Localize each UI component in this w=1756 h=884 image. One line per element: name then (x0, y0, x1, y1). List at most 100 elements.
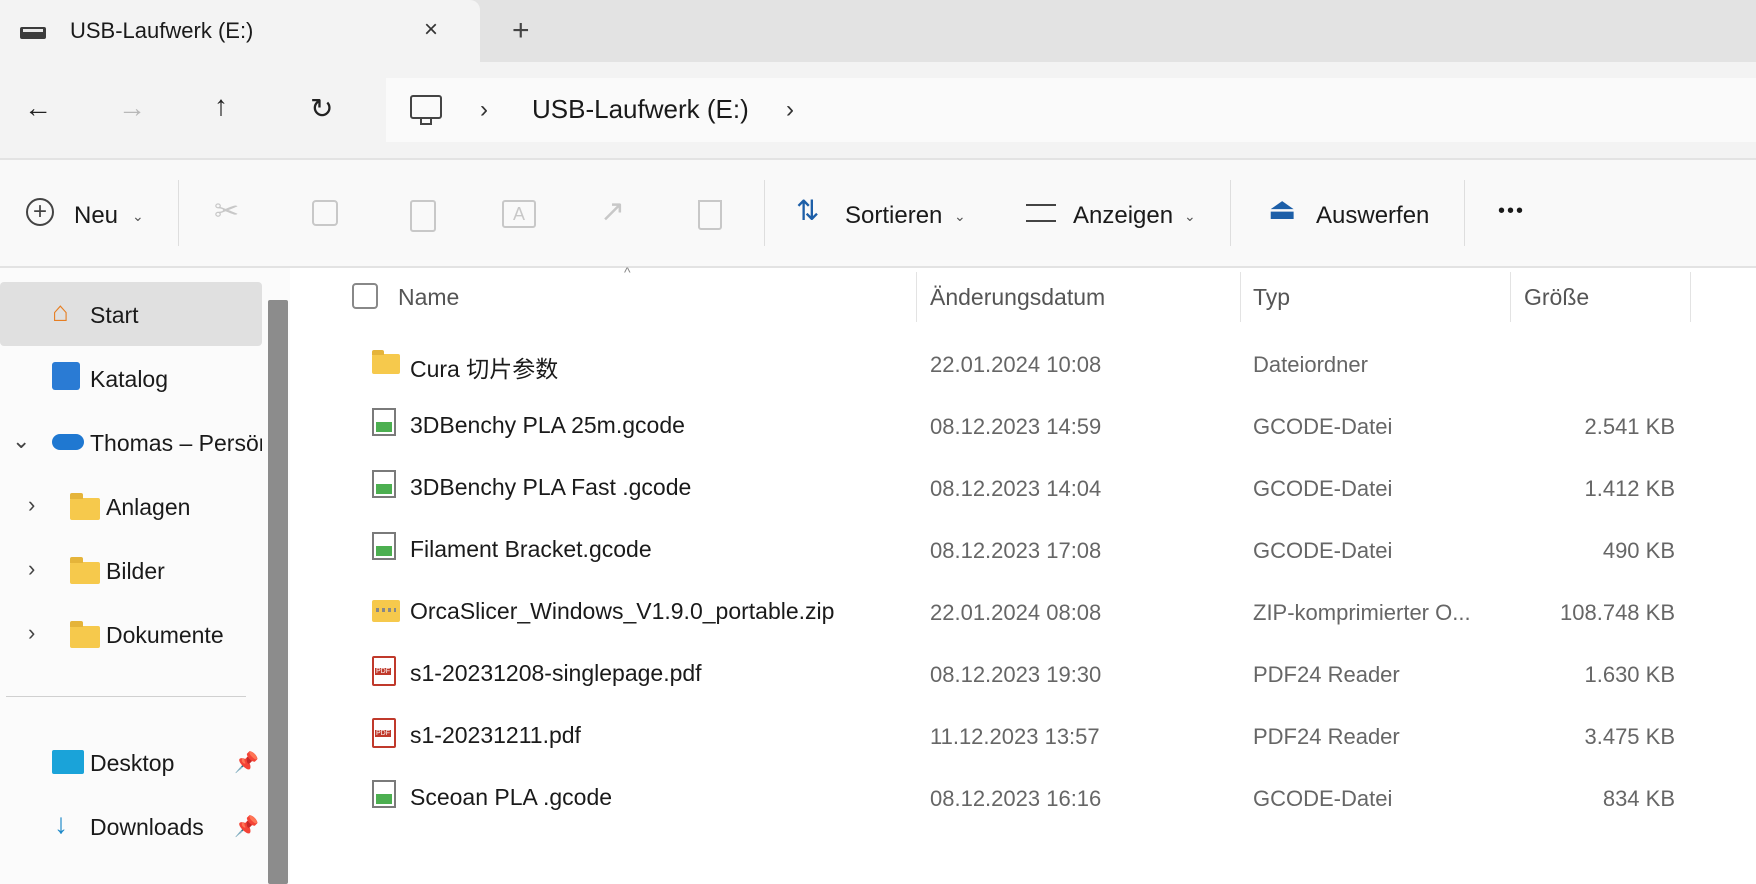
gcode-file-icon (372, 532, 396, 560)
close-tab-icon[interactable]: × (424, 16, 438, 44)
sidebar-item-anlagen[interactable]: Anlagen (106, 494, 190, 521)
sidebar-scrollbar[interactable] (268, 300, 288, 884)
this-pc-icon[interactable] (410, 95, 442, 125)
file-name: Filament Bracket.gcode (410, 536, 652, 562)
desktop-icon (52, 750, 84, 774)
column-header-name[interactable]: Name (398, 284, 459, 311)
file-row[interactable]: Filament Bracket.gcode 08.12.2023 17:08 … (300, 522, 1756, 578)
file-type: PDF24 Reader (1253, 724, 1400, 749)
sidebar-item-katalog[interactable]: Katalog (90, 366, 168, 393)
file-row[interactable]: s1-20231208-singlepage.pdf 08.12.2023 19… (300, 646, 1756, 702)
onedrive-icon (52, 434, 84, 450)
select-all-checkbox[interactable] (352, 283, 378, 309)
up-button[interactable]: ↑ (214, 90, 228, 122)
file-size: 108.748 KB (1560, 600, 1675, 625)
file-size: 3.475 KB (1584, 724, 1675, 749)
more-options-button[interactable]: ••• (1498, 200, 1525, 223)
sidebar-item-bilder[interactable]: Bilder (106, 558, 165, 585)
cut-icon[interactable]: ✂ (214, 194, 239, 229)
sidebar-item-onedrive[interactable]: Thomas – Persön (90, 430, 262, 457)
refresh-button[interactable]: ↻ (310, 92, 333, 125)
breadcrumb-chevron-icon[interactable]: › (786, 96, 794, 124)
file-row[interactable]: s1-20231211.pdf 11.12.2023 13:57 PDF24 R… (300, 708, 1756, 764)
file-date: 08.12.2023 14:04 (930, 476, 1102, 501)
tab-title: USB-Laufwerk (E:) (70, 18, 254, 43)
view-button[interactable]: Anzeigen (1073, 202, 1173, 230)
column-header-date[interactable]: Änderungsdatum (930, 284, 1105, 311)
share-icon[interactable]: ↗ (600, 194, 625, 229)
file-size: 490 KB (1602, 538, 1675, 563)
file-row[interactable]: OrcaSlicer_Windows_V1.9.0_portable.zip 2… (300, 584, 1756, 640)
paste-icon[interactable] (410, 200, 436, 232)
file-size: 2.541 KB (1584, 414, 1675, 439)
file-type: GCODE-Datei (1253, 476, 1393, 501)
drive-icon (20, 27, 46, 39)
expand-chevron-icon[interactable]: › (28, 492, 35, 518)
file-type: GCODE-Datei (1253, 538, 1393, 563)
file-name: 3DBenchy PLA Fast .gcode (410, 474, 692, 500)
file-date: 08.12.2023 14:59 (930, 414, 1102, 439)
expand-chevron-icon[interactable]: › (28, 556, 35, 582)
column-divider[interactable] (1240, 272, 1241, 322)
zip-file-icon (372, 600, 400, 622)
pdf-file-icon (372, 656, 396, 686)
column-divider[interactable] (1690, 272, 1691, 322)
column-divider[interactable] (916, 272, 917, 322)
column-divider[interactable] (1510, 272, 1511, 322)
download-icon: ↓ (54, 808, 68, 839)
new-button[interactable]: Neu (74, 202, 118, 230)
file-type: GCODE-Datei (1253, 414, 1393, 439)
sidebar-item-desktop[interactable]: Desktop (90, 750, 174, 777)
file-date: 22.01.2024 08:08 (930, 600, 1102, 625)
gcode-file-icon (372, 470, 396, 498)
toolbar-divider (1230, 180, 1231, 246)
rename-icon[interactable]: A (502, 200, 536, 228)
expand-chevron-icon[interactable]: ⌄ (12, 428, 30, 454)
file-size: 834 KB (1602, 786, 1675, 811)
new-tab-button[interactable]: + (512, 14, 530, 48)
sort-indicator-icon: ^ (624, 264, 631, 280)
toolbar-divider (764, 180, 765, 246)
gcode-file-icon (372, 780, 396, 808)
file-size: 1.412 KB (1584, 476, 1675, 501)
pin-icon: 📌 (234, 816, 259, 838)
file-name: s1-20231208-singlepage.pdf (410, 660, 702, 686)
file-type: GCODE-Datei (1253, 786, 1393, 811)
chevron-down-icon: ⌄ (1184, 208, 1196, 224)
chevron-down-icon: ⌄ (132, 208, 144, 224)
file-name: OrcaSlicer_Windows_V1.9.0_portable.zip (410, 598, 835, 624)
file-date: 22.01.2024 10:08 (930, 352, 1102, 377)
sort-button[interactable]: Sortieren (845, 202, 942, 230)
home-icon: ⌂ (52, 296, 69, 327)
toolbar-divider (178, 180, 179, 246)
file-name: 3DBenchy PLA 25m.gcode (410, 412, 685, 438)
expand-chevron-icon[interactable]: › (28, 620, 35, 646)
sort-icon: ⇅ (796, 195, 820, 226)
sidebar-item-downloads[interactable]: Downloads (90, 814, 204, 841)
file-row[interactable]: Sceoan PLA .gcode 08.12.2023 16:16 GCODE… (300, 770, 1756, 826)
chevron-down-icon: ⌄ (954, 208, 966, 224)
file-type: ZIP-komprimierter O... (1253, 600, 1471, 625)
delete-icon[interactable] (698, 200, 722, 230)
view-icon (1026, 204, 1056, 222)
breadcrumb-location[interactable]: USB-Laufwerk (E:) (532, 94, 749, 125)
sidebar-item-dokumente[interactable]: Dokumente (106, 622, 224, 649)
back-button[interactable]: ← (24, 92, 52, 124)
file-row[interactable]: Cura 切片参数 22.01.2024 10:08 Dateiordner (300, 336, 1756, 392)
forward-button[interactable]: → (118, 92, 146, 124)
toolbar-divider (1464, 180, 1465, 246)
sidebar-item-start[interactable]: Start (90, 302, 139, 329)
column-header-type[interactable]: Typ (1253, 284, 1290, 311)
folder-icon (70, 621, 100, 648)
folder-icon (70, 493, 100, 520)
file-name: Sceoan PLA .gcode (410, 784, 613, 810)
file-name: Cura 切片参数 (410, 356, 559, 382)
column-header-size[interactable]: Größe (1524, 284, 1589, 311)
file-row[interactable]: 3DBenchy PLA Fast .gcode 08.12.2023 14:0… (300, 460, 1756, 516)
breadcrumb-chevron-icon[interactable]: › (480, 96, 488, 124)
file-type: Dateiordner (1253, 352, 1368, 377)
copy-icon[interactable] (312, 200, 338, 226)
eject-button[interactable]: Auswerfen (1316, 202, 1429, 230)
file-date: 08.12.2023 19:30 (930, 662, 1102, 687)
file-row[interactable]: 3DBenchy PLA 25m.gcode 08.12.2023 14:59 … (300, 398, 1756, 454)
